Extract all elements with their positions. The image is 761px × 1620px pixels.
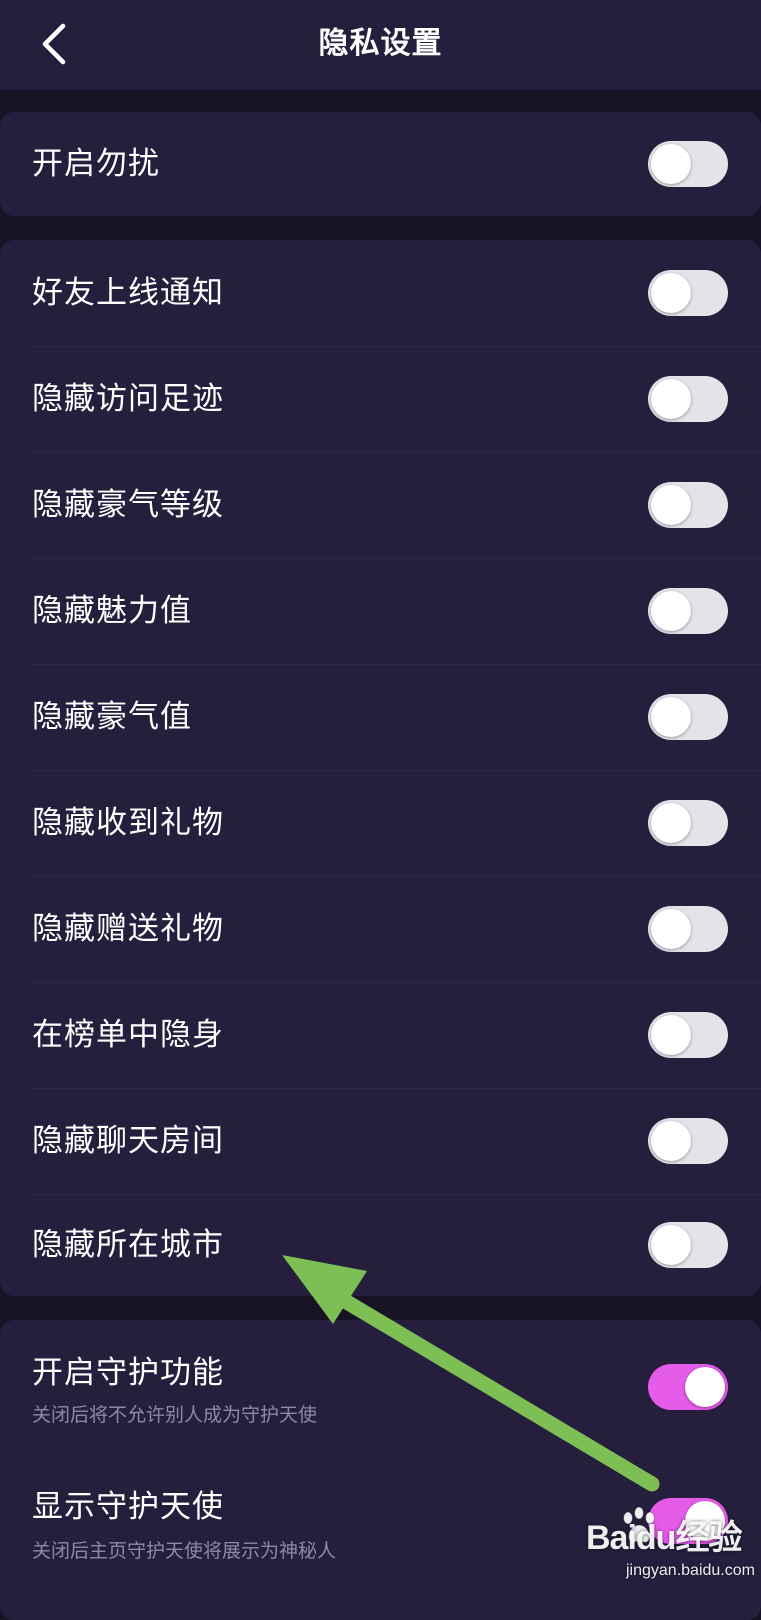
- baidu-watermark: Baidu经验 jingyan.baidu.com: [582, 1510, 755, 1594]
- setting-label: 隐藏收到礼物: [32, 805, 224, 841]
- setting-description: 关闭后主页守护天使将展示为神秘人: [32, 1540, 337, 1562]
- setting-row-friend-online-notice: 好友上线通知: [0, 240, 761, 346]
- toggle-switch[interactable]: [648, 588, 728, 634]
- setting-row-hide-wealth-level: 隐藏豪气等级: [0, 452, 761, 558]
- setting-description: 关闭后将不允许别人成为守护天使: [32, 1404, 318, 1426]
- toggle-knob: [651, 485, 691, 525]
- setting-label: 隐藏赠送礼物: [32, 911, 224, 947]
- setting-label: 显示守护天使: [32, 1489, 224, 1525]
- toggle-knob: [651, 697, 691, 737]
- setting-label: 隐藏豪气值: [32, 699, 192, 735]
- setting-label: 开启勿扰: [32, 146, 160, 182]
- toggle-knob: [651, 803, 691, 843]
- setting-row-invisible-in-rankings: 在榜单中隐身: [0, 982, 761, 1088]
- setting-row-hide-received-gifts: 隐藏收到礼物: [0, 770, 761, 876]
- toggle-switch[interactable]: [648, 270, 728, 316]
- setting-label: 隐藏魅力值: [32, 593, 192, 629]
- setting-label: 隐藏访问足迹: [32, 381, 224, 417]
- setting-row-hide-visit-trace: 隐藏访问足迹: [0, 346, 761, 452]
- toggle-knob: [651, 273, 691, 313]
- settings-group-privacy: 好友上线通知 隐藏访问足迹 隐藏豪气等级 隐藏魅力值 隐藏豪气值 隐藏收到礼物 …: [0, 240, 761, 1296]
- toggle-knob: [685, 1367, 725, 1407]
- settings-group-dnd: 开启勿扰: [0, 112, 761, 216]
- setting-label: 隐藏聊天房间: [32, 1123, 224, 1159]
- toggle-knob: [651, 144, 691, 184]
- watermark-url: jingyan.baidu.com: [626, 1562, 755, 1579]
- setting-label: 隐藏豪气等级: [32, 487, 224, 523]
- toggle-switch[interactable]: [648, 1222, 728, 1268]
- toggle-switch[interactable]: [648, 1118, 728, 1164]
- setting-row-do-not-disturb: 开启勿扰: [0, 112, 761, 216]
- setting-row-hide-wealth-value: 隐藏豪气值: [0, 664, 761, 770]
- setting-row-hide-city: 隐藏所在城市: [0, 1194, 761, 1296]
- page-title: 隐私设置: [318, 26, 443, 61]
- setting-label: 隐藏所在城市: [32, 1227, 224, 1263]
- setting-row-hide-charm-value: 隐藏魅力值: [0, 558, 761, 664]
- toggle-switch[interactable]: [648, 376, 728, 422]
- toggle-knob: [651, 1121, 691, 1161]
- watermark-logo: Baidu经验: [586, 1519, 742, 1557]
- toggle-switch[interactable]: [648, 141, 728, 187]
- toggle-knob: [651, 1225, 691, 1265]
- toggle-knob: [651, 1015, 691, 1055]
- setting-row-hide-chat-room: 隐藏聊天房间: [0, 1088, 761, 1194]
- toggle-switch[interactable]: [648, 906, 728, 952]
- setting-label: 好友上线通知: [32, 275, 224, 311]
- toggle-knob: [651, 909, 691, 949]
- toggle-switch[interactable]: [648, 1364, 728, 1410]
- setting-row-hide-sent-gifts: 隐藏赠送礼物: [0, 876, 761, 982]
- toggle-switch[interactable]: [648, 694, 728, 740]
- toggle-knob: [651, 591, 691, 631]
- setting-row-enable-guardian: 开启守护功能 关闭后将不允许别人成为守护天使: [0, 1320, 761, 1454]
- toggle-switch[interactable]: [648, 800, 728, 846]
- setting-label: 开启守护功能: [32, 1355, 224, 1391]
- toggle-switch[interactable]: [648, 482, 728, 528]
- setting-label: 在榜单中隐身: [32, 1017, 224, 1053]
- toggle-switch[interactable]: [648, 1012, 728, 1058]
- toggle-knob: [651, 379, 691, 419]
- title-bar: 隐私设置: [0, 0, 761, 90]
